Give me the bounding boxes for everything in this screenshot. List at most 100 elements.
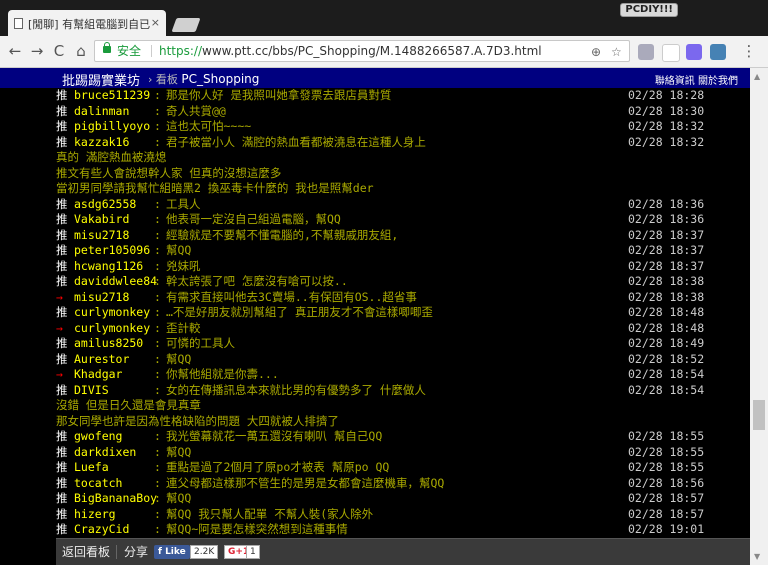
scroll-thumb[interactable] <box>753 400 765 430</box>
comment-text: 兇妹吼 <box>166 258 201 273</box>
zoom-icon[interactable]: ⊕ <box>591 42 601 61</box>
browser-tab[interactable]: [閒聊] 有幫組電腦到自已 × <box>8 10 166 36</box>
scroll-up-icon[interactable]: ▲ <box>754 72 760 81</box>
comment-row: 推 misu2718: 經驗就是不要幫不懂電腦的,不幫親戚朋友組, 02/28 18:… <box>56 228 736 244</box>
comment-time: 02/28 18:32 <box>628 119 705 133</box>
extension-icon[interactable] <box>662 44 680 62</box>
facebook-like-button[interactable]: f Like <box>154 545 190 559</box>
comment-user: hcwang1126 <box>74 258 144 273</box>
comment-time: 02/28 18:32 <box>628 134 705 149</box>
separator: : <box>154 506 161 521</box>
comment-text: 幫QQ <box>166 491 192 505</box>
comment-text: 工具人 <box>166 196 201 211</box>
push-tag: 推 <box>56 506 68 521</box>
comment-user: darkdixen <box>74 444 137 459</box>
comment-time: 02/28 18:56 <box>628 475 705 490</box>
comment-time: 02/28 18:30 <box>628 103 705 118</box>
push-tag: 推 <box>56 274 68 288</box>
comment-row: 推 gwofeng: 我光螢幕就花一萬五還沒有喇叭 幫自己QQ 02/28 18:55 <box>56 429 736 445</box>
comment-row: 推 DIVIS: 女的在傳播訊息本來就比男的有優勢多了 什麼做人 02/28 18:5… <box>56 383 736 399</box>
push-tag: 推 <box>56 429 68 443</box>
comment-time: 02/28 18:48 <box>628 320 705 335</box>
comment-time: 02/28 18:28 <box>628 88 705 102</box>
comment-text: 這也太可怕~~~~ <box>166 119 252 133</box>
push-tag: 推 <box>56 336 68 350</box>
divider <box>116 545 117 559</box>
url-text[interactable]: https://www.ptt.cc/bbs/PC_Shopping/M.148… <box>159 41 542 61</box>
separator: : <box>154 243 161 257</box>
comment-text: 幫QQ~阿是要怎樣突然想到這種事情 <box>166 522 348 536</box>
push-tag: 推 <box>56 227 68 242</box>
extension-icon[interactable] <box>686 44 702 60</box>
separator: : <box>154 460 161 474</box>
comment-user: gwofeng <box>74 429 123 443</box>
comment-row: 推 kazzak16: 君子被當小人 滿腔的熱血看都被澆息在這種人身上 02/28 1… <box>56 135 736 151</box>
comment-time: 02/28 18:49 <box>628 336 705 350</box>
comment-time: 02/28 18:57 <box>628 491 705 505</box>
new-tab-button[interactable] <box>171 18 201 32</box>
comment-text: 幫QQ 我只幫人配單 不幫人裝(家人除外 <box>166 506 374 521</box>
comment-time: 02/28 18:36 <box>628 196 705 211</box>
continuation-text: 當初男同學請我幫忙組暗黑2 換巫毒卡什麼的 我也是照幫der <box>56 181 374 195</box>
comment-time: 02/28 18:54 <box>628 382 705 397</box>
separator: : <box>154 196 161 211</box>
comment-user: Aurestor <box>74 351 130 366</box>
back-to-board-button[interactable]: 返回看板 <box>62 543 110 560</box>
separator: : <box>154 367 161 381</box>
comment-user: amilus8250 <box>74 336 144 350</box>
separator: : <box>154 522 161 536</box>
comment-text: 經驗就是不要幫不懂電腦的,不幫親戚朋友組, <box>166 227 399 242</box>
breadcrumb[interactable]: › 看板 PC_Shopping <box>148 71 259 87</box>
push-tag: 推 <box>56 258 68 273</box>
profile-badge[interactable]: PCDIY!!! <box>620 3 678 17</box>
separator: : <box>154 351 161 366</box>
lock-icon <box>103 42 111 53</box>
comment-user: curlymonkey <box>74 305 151 319</box>
bookmark-star-icon[interactable]: ☆ <box>611 42 622 61</box>
comment-user: tocatch <box>74 475 123 490</box>
comment-text: 女的在傳播訊息本來就比男的有優勢多了 什麼做人 <box>166 382 426 397</box>
reload-icon[interactable]: C <box>50 42 68 60</box>
continuation-text: 推文有些人會說想幹人家 但真的沒想這麼多 <box>56 165 282 180</box>
push-tag: 推 <box>56 522 68 536</box>
comment-text: 你幫他組就是你壽... <box>166 367 279 381</box>
scrollbar[interactable]: ▲ ▼ <box>750 68 768 565</box>
site-title[interactable]: 批踢踢實業坊 <box>62 70 140 89</box>
extension-icon[interactable] <box>710 44 726 60</box>
share-label: 分享 <box>124 545 149 559</box>
page-viewport: 批踢踢實業坊 › 看板 PC_Shopping 聯絡資訊 關於我們 推 bruce… <box>0 68 750 565</box>
close-tab-icon[interactable]: × <box>151 16 160 29</box>
back-icon[interactable]: ← <box>6 42 24 60</box>
tab-strip: [閒聊] 有幫組電腦到自已 × PCDIY!!! <box>0 0 768 36</box>
comment-text: 我光螢幕就花一萬五還沒有喇叭 幫自己QQ <box>166 429 383 443</box>
scroll-down-icon[interactable]: ▼ <box>754 552 760 561</box>
comment-row: 推 pigbillyoyo: 這也太可怕~~~~ 02/28 18:32 <box>56 119 736 135</box>
comment-text: 幫QQ <box>166 444 192 459</box>
comment-continuation: 推文有些人會說想幹人家 但真的沒想這麼多 <box>56 166 736 182</box>
comment-time: 02/28 18:52 <box>628 351 705 366</box>
address-bar[interactable]: 安全 https://www.ptt.cc/bbs/PC_Shopping/M.… <box>94 40 630 62</box>
comment-user: peter105096 <box>74 243 151 257</box>
comment-user: DIVIS <box>74 382 109 397</box>
forward-icon[interactable]: → <box>28 42 46 60</box>
comment-time: 02/28 18:48 <box>628 305 705 319</box>
comment-row: → misu2718: 有需求直接叫他去3C賣場..有保固有OS..超省事 02/28… <box>56 290 736 306</box>
comment-user: BigBananaBoy <box>74 491 158 505</box>
comment-time: 02/28 18:57 <box>628 506 705 521</box>
bottom-bar: 返回看板 分享 f Like 2.2K G+1 1 <box>56 538 750 565</box>
home-icon[interactable]: ⌂ <box>72 42 90 60</box>
push-tag: → <box>56 289 63 304</box>
comment-list: 推 bruce511239: 那是你人好 是我照叫她拿發票去跟店員對質 02/28 1… <box>56 88 736 538</box>
comment-row: 推 bruce511239: 那是你人好 是我照叫她拿發票去跟店員對質 02/28 1… <box>56 88 736 104</box>
header-links[interactable]: 聯絡資訊 關於我們 <box>655 72 738 87</box>
comment-user: asdg62558 <box>74 196 137 211</box>
download-extension-icon[interactable] <box>638 44 654 60</box>
secure-label: 安全 <box>117 44 142 58</box>
comment-time: 02/28 18:55 <box>628 429 705 443</box>
push-tag: → <box>56 367 63 381</box>
menu-icon[interactable]: ⋮ <box>740 42 758 60</box>
push-tag: 推 <box>56 444 68 459</box>
comment-row: 推 amilus8250: 可憐的工具人 02/28 18:49 <box>56 336 736 352</box>
plus-count: 1 <box>246 545 260 559</box>
comment-continuation: 沒錯 但是日久還是會見真章 <box>56 398 736 414</box>
